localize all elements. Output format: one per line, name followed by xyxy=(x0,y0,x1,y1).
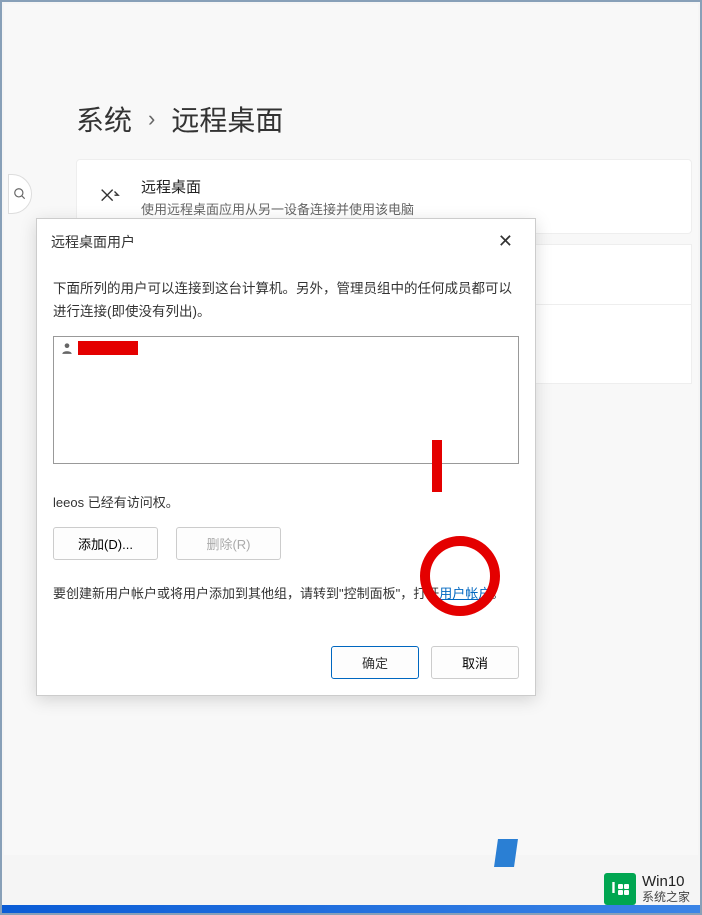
add-button[interactable]: 添加(D)... xyxy=(53,527,158,560)
card-desc: 使用远程桌面应用从另一设备连接并使用该电脑 xyxy=(141,199,414,218)
dialog-title: 远程桌面用户 xyxy=(51,232,135,252)
breadcrumb-system[interactable]: 系统 xyxy=(76,99,132,139)
windows-icon xyxy=(618,884,629,895)
cancel-button[interactable]: 取消 xyxy=(431,646,519,679)
user-item[interactable] xyxy=(60,341,512,355)
user-icon xyxy=(60,341,74,355)
watermark-text: Win10 系统之家 xyxy=(642,874,690,904)
dialog-titlebar: 远程桌面用户 ✕ xyxy=(37,219,535,264)
access-note: leeos 已经有访问权。 xyxy=(53,492,519,511)
card-title: 远程桌面 xyxy=(141,176,414,197)
breadcrumb: 系统 › 远程桌面 xyxy=(76,99,283,139)
annotation-circle xyxy=(420,536,500,616)
remove-button[interactable]: 删除(R) xyxy=(176,527,281,560)
taskbar-edge xyxy=(2,905,700,913)
watermark-sub: 系统之家 xyxy=(642,891,690,904)
redacted-username xyxy=(78,341,138,355)
breadcrumb-current: 远程桌面 xyxy=(171,99,283,139)
card-text: 远程桌面 使用远程桌面应用从另一设备连接并使用该电脑 xyxy=(141,176,414,218)
search-icon-partial[interactable] xyxy=(8,174,32,214)
hint-prefix: 要创建新用户帐户或将用户添加到其他组，请转到"控制面板"，打开 xyxy=(53,586,439,601)
dialog-footer: 确定 取消 xyxy=(331,646,519,679)
chevron-right-icon: › xyxy=(148,106,155,132)
watermark-brand: Win10 xyxy=(642,874,690,891)
remote-desktop-users-dialog: 远程桌面用户 ✕ 下面所列的用户可以连接到这台计算机。另外，管理员组中的任何成员… xyxy=(36,218,536,696)
dialog-message: 下面所列的用户可以连接到这台计算机。另外，管理员组中的任何成员都可以进行连接(即… xyxy=(53,278,519,324)
close-button[interactable]: ✕ xyxy=(490,229,521,254)
remote-desktop-icon xyxy=(97,185,121,209)
annotation-bar xyxy=(432,440,442,492)
watermark: I Win10 系统之家 xyxy=(604,873,690,905)
ok-button[interactable]: 确定 xyxy=(331,646,419,679)
magnifier-icon xyxy=(13,187,27,201)
watermark-logo: I xyxy=(604,873,636,905)
user-listbox[interactable] xyxy=(53,336,519,464)
window-peek xyxy=(494,839,518,867)
